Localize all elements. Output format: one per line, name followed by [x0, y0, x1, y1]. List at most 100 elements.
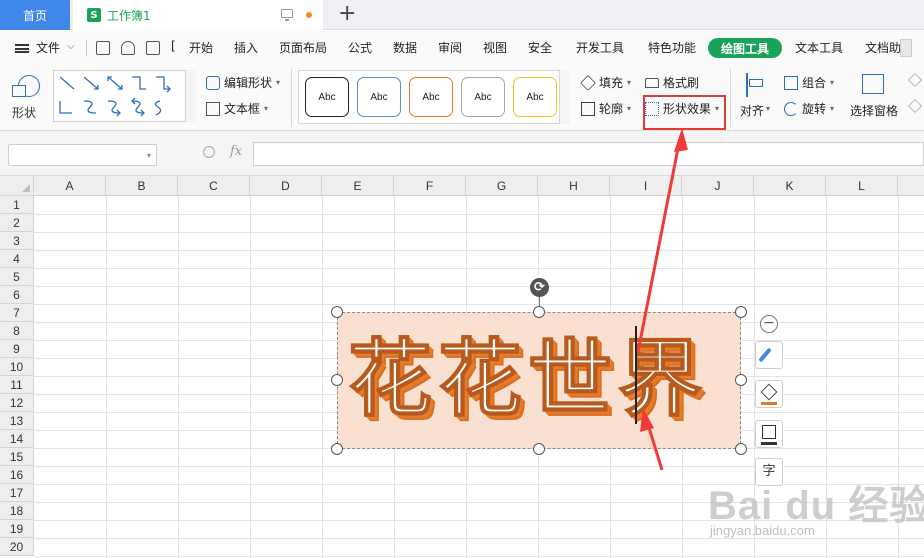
group-button[interactable]: 组合 ▾ [784, 74, 834, 91]
menu-doc-assistant[interactable]: 文档助 [865, 39, 901, 56]
column-header[interactable]: I [610, 176, 682, 196]
save-icon[interactable] [96, 41, 110, 55]
resize-handle-left[interactable] [331, 374, 343, 386]
style-card-gray[interactable]: Abc [461, 77, 505, 117]
row-header[interactable]: 5 [0, 268, 34, 286]
chevron-down-icon[interactable]: ⌵ [67, 41, 75, 52]
new-tab-button[interactable]: + [338, 2, 356, 26]
shape-style-gallery[interactable]: Abc Abc Abc Abc Abc [298, 70, 570, 124]
column-header[interactable]: H [538, 176, 610, 196]
row-header[interactable]: 11 [0, 376, 34, 394]
line-gallery-scrollbar[interactable] [185, 70, 196, 122]
style-gallery-scrollbar[interactable] [559, 70, 570, 124]
menu-file[interactable]: 文件 [36, 39, 60, 56]
zoom-icon[interactable] [203, 146, 215, 158]
menu-developer-tools[interactable]: 开发工具 [576, 39, 624, 56]
fx-icon[interactable]: fx [230, 144, 242, 159]
more-quick-icon[interactable]: [ [171, 39, 176, 53]
row-header[interactable]: 12 [0, 394, 34, 412]
row-header[interactable]: 14 [0, 430, 34, 448]
name-box[interactable]: ▾ [8, 144, 157, 166]
resize-handle-bottom[interactable] [533, 443, 545, 455]
row-header[interactable]: 6 [0, 286, 34, 304]
undo-icon[interactable] [121, 41, 135, 55]
column-header[interactable]: J [682, 176, 754, 196]
row-header[interactable]: 17 [0, 484, 34, 502]
column-header[interactable]: D [250, 176, 322, 196]
textbox-button[interactable]: 文本框 ▾ [206, 100, 268, 117]
row-header[interactable]: 3 [0, 232, 34, 250]
shape-style-quick-button[interactable] [755, 341, 783, 369]
row-header[interactable]: 2 [0, 214, 34, 232]
row-header[interactable]: 8 [0, 322, 34, 340]
row-header[interactable]: 9 [0, 340, 34, 358]
column-header[interactable]: A [34, 176, 106, 196]
row-header[interactable]: 16 [0, 466, 34, 484]
outline-button[interactable]: 轮廓 ▾ [581, 100, 631, 117]
resize-handle-top-right[interactable] [735, 306, 747, 318]
resize-handle-right[interactable] [735, 374, 747, 386]
row-header[interactable]: 19 [0, 520, 34, 538]
row-header[interactable]: 20 [0, 538, 34, 556]
align-button[interactable]: 对齐 ▾ [738, 71, 778, 127]
rotate-handle-icon[interactable]: ⟳ [530, 278, 549, 297]
row-header[interactable]: 13 [0, 412, 34, 430]
column-header[interactable]: B [106, 176, 178, 196]
column-header[interactable]: F [394, 176, 466, 196]
row-header[interactable]: 1 [0, 196, 34, 214]
edit-shape-button[interactable]: 编辑形状 ▾ [206, 74, 280, 91]
line-shape-gallery[interactable] [53, 70, 196, 122]
column-header[interactable] [898, 176, 924, 196]
column-header[interactable]: C [178, 176, 250, 196]
row-header[interactable]: 10 [0, 358, 34, 376]
resize-handle-top[interactable] [533, 306, 545, 318]
menu-formula[interactable]: 公式 [348, 39, 372, 56]
row-header[interactable]: 7 [0, 304, 34, 322]
formula-input[interactable] [253, 142, 924, 166]
tab-home[interactable]: 首页 [0, 0, 70, 30]
menu-page-layout[interactable]: 页面布局 [279, 39, 327, 56]
column-header[interactable]: L [826, 176, 898, 196]
style-card-yellow[interactable]: Abc [513, 77, 557, 117]
menu-review[interactable]: 审阅 [438, 39, 462, 56]
rotate-button[interactable]: 旋转 ▾ [784, 100, 834, 117]
chevron-down-icon[interactable]: ▾ [147, 151, 151, 160]
row-header[interactable]: 4 [0, 250, 34, 268]
menu-insert[interactable]: 插入 [234, 39, 258, 56]
menu-special-features[interactable]: 特色功能 [648, 39, 696, 56]
format-painter-button[interactable]: 格式刷 [645, 74, 699, 91]
menu-scroll-button[interactable] [900, 39, 912, 57]
style-card-blue[interactable]: Abc [357, 77, 401, 117]
wordart-textbox[interactable]: 花花世界 [337, 312, 741, 449]
collapse-minus-icon[interactable]: − [760, 315, 778, 333]
outline-quick-button[interactable] [755, 420, 783, 448]
hamburger-icon[interactable] [15, 44, 29, 53]
column-header[interactable]: G [466, 176, 538, 196]
column-header[interactable]: E [322, 176, 394, 196]
tab-workbook[interactable]: S 工作簿1 [73, 0, 323, 30]
resize-handle-bottom-right[interactable] [735, 443, 747, 455]
menu-data[interactable]: 数据 [393, 39, 417, 56]
wordart-text[interactable]: 花花世界 [347, 319, 738, 439]
layers-icon[interactable] [908, 99, 922, 113]
menu-security[interactable]: 安全 [528, 39, 552, 56]
monitor-icon[interactable] [281, 9, 293, 21]
print-icon[interactable] [146, 41, 160, 55]
select-all-corner[interactable] [0, 176, 34, 196]
menu-drawing-tools[interactable]: 绘图工具 [708, 38, 782, 58]
resize-handle-bottom-left[interactable] [331, 443, 343, 455]
selection-pane-button[interactable]: 选择窗格 [848, 71, 902, 127]
layers-icon[interactable] [908, 73, 922, 87]
row-header[interactable]: 18 [0, 502, 34, 520]
menu-text-tools[interactable]: 文本工具 [795, 39, 843, 56]
fill-button[interactable]: 填充 ▾ [580, 74, 631, 91]
resize-handle-top-left[interactable] [331, 306, 343, 318]
menu-home[interactable]: 开始 [189, 39, 213, 56]
style-card-orange[interactable]: Abc [409, 77, 453, 117]
shape-button[interactable]: 形状 [8, 71, 48, 127]
style-card-dark[interactable]: Abc [305, 77, 349, 117]
menu-view[interactable]: 视图 [483, 39, 507, 56]
row-header[interactable]: 15 [0, 448, 34, 466]
fill-quick-button[interactable] [755, 380, 783, 408]
column-header[interactable]: K [754, 176, 826, 196]
